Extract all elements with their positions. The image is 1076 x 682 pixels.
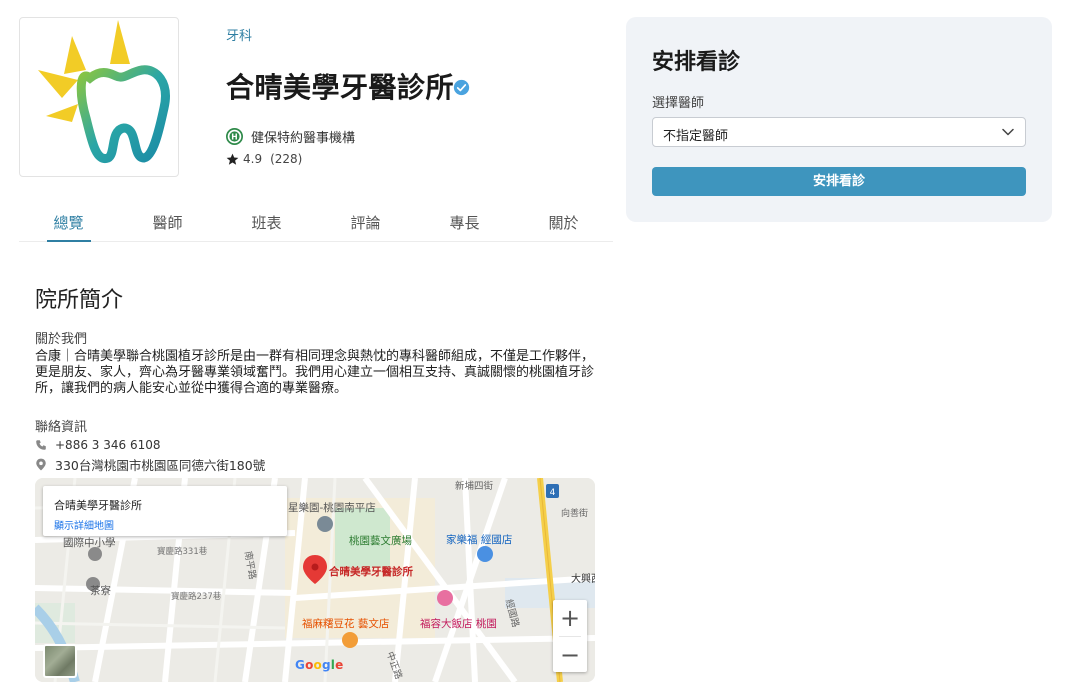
section-title: 院所簡介 [35, 288, 124, 313]
map-label-plaza: 桃園藝文廣場 [349, 535, 412, 547]
tab-bar: 總覽 醫師 班表 評論 專長 關於 [19, 205, 613, 242]
location-pin-icon [36, 458, 46, 471]
tab-overview[interactable]: 總覽 [19, 205, 118, 241]
about-text: 合康｜合晴美學聯合桃園植牙診所是由一群有相同理念與熱忱的專科醫師組成，不僅是工作… [35, 349, 595, 396]
insurance-badge: H 健保特約醫事機構 [226, 127, 355, 146]
doctor-select-value: 不指定醫師 [663, 129, 729, 144]
map-card-title: 合晴美學牙醫診所 [54, 499, 142, 512]
chevron-down-icon [1002, 128, 1014, 136]
map-label-chaliao: 茶寮 [90, 585, 111, 597]
map-label-hotel: 福容大飯店 桃園 [420, 618, 497, 630]
map-label-xiangshan: 向善街 [561, 509, 589, 519]
specialty-tag[interactable]: 牙科 [226, 25, 252, 44]
map-label-baoqing-237: 寶慶路237巷 [171, 592, 222, 602]
google-logo: Google [295, 658, 344, 672]
address-text[interactable]: 330台灣桃園市桃園區同德六街180號 [55, 455, 265, 474]
map-label-baoqing-331: 寶慶路331巷 [157, 547, 208, 557]
phone-number[interactable]: +886 3 346 6108 [55, 438, 160, 452]
zoom-out-button[interactable]: − [553, 637, 587, 673]
verified-badge-icon [453, 79, 470, 96]
svg-text:4: 4 [550, 488, 556, 498]
map-label-dessert: 福麻糬豆花 藝文店 [302, 618, 390, 630]
tab-doctors[interactable]: 醫師 [118, 205, 217, 241]
map-label-carrefour: 家樂福 經國店 [446, 534, 513, 546]
contact-label: 聯絡資訊 [35, 420, 88, 435]
zoom-in-button[interactable]: + [553, 600, 587, 636]
address-row: 330台灣桃園市桃園區同德六街180號 [35, 455, 265, 474]
doctor-select-label: 選擇醫師 [652, 96, 705, 111]
booking-title: 安排看診 [652, 50, 741, 75]
rating[interactable]: 4.9 (228) [226, 152, 302, 166]
svg-text:H: H [231, 132, 237, 141]
clinic-logo [19, 17, 179, 177]
rating-value: 4.9 [243, 152, 263, 166]
tab-reviews[interactable]: 評論 [316, 205, 415, 241]
star-icon [226, 153, 239, 165]
booking-panel: 安排看診 選擇醫師 不指定醫師 安排看診 [626, 17, 1052, 222]
tab-schedule[interactable]: 班表 [217, 205, 316, 241]
map-label-school: 國際中小學 [63, 537, 116, 549]
map-label-daxing: 大興西 [571, 574, 595, 585]
map-info-card: 合晴美學牙醫診所 顯示詳細地圖 [43, 486, 287, 536]
doctor-select[interactable]: 不指定醫師 [652, 117, 1026, 147]
tab-specialties[interactable]: 專長 [415, 205, 514, 241]
clinic-name: 合晴美學牙醫診所 [226, 71, 455, 104]
review-count: (228) [270, 152, 303, 166]
book-appointment-button[interactable]: 安排看診 [652, 167, 1026, 196]
satellite-toggle[interactable] [43, 644, 77, 678]
nhi-icon: H [226, 128, 243, 145]
zoom-controls: + − [553, 600, 587, 672]
about-label: 關於我們 [35, 332, 88, 347]
tooth-logo-icon [38, 20, 170, 163]
phone-row: +886 3 346 6108 [35, 438, 160, 452]
insurance-label: 健保特約醫事機構 [251, 131, 356, 146]
map-detail-link[interactable]: 顯示詳細地圖 [54, 517, 276, 532]
map-label-xinpu: 新埔四街 [455, 481, 494, 492]
map-pin-label: 合晴美學牙醫診所 [329, 566, 413, 578]
map-embed[interactable]: 4 合晴美學牙醫診所 顯示詳細地圖 星樂園-桃園南平店 桃園藝文廣場 家樂福 經… [35, 478, 595, 682]
phone-icon [36, 440, 46, 450]
map-label-shop: 星樂園-桃園南平店 [288, 502, 376, 514]
tab-about[interactable]: 關於 [514, 205, 613, 241]
